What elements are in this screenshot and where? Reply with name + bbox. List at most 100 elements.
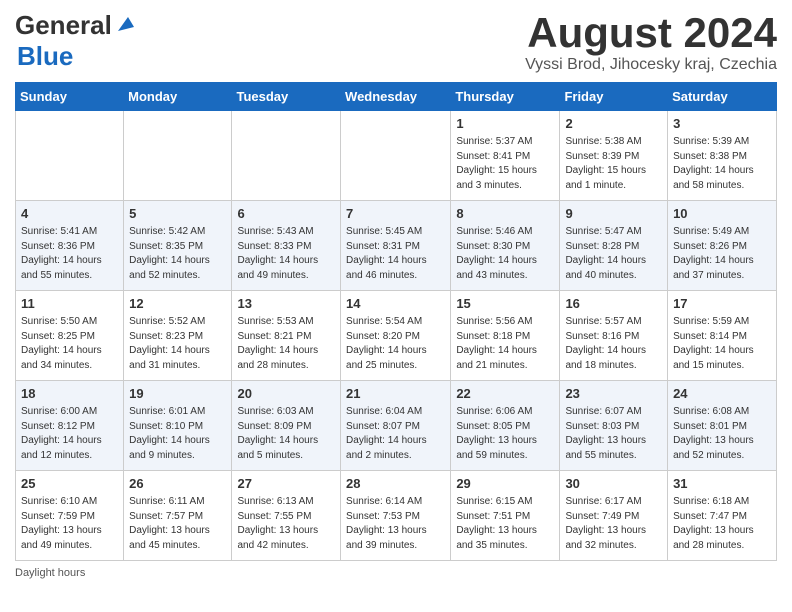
day-number: 6	[237, 205, 335, 223]
calendar-cell: 30 Sunrise: 6:17 AM Sunset: 7:49 PM Dayli…	[560, 471, 668, 561]
column-header-saturday: Saturday	[668, 83, 777, 111]
column-header-thursday: Thursday	[451, 83, 560, 111]
calendar-cell: 26 Sunrise: 6:11 AM Sunset: 7:57 PM Dayli…	[124, 471, 232, 561]
calendar-row-1: 1Sunrise: 5:37 AM Sunset: 8:41 PM Daylig…	[16, 111, 777, 201]
calendar-cell: 17Sunrise: 5:59 AM Sunset: 8:14 PM Dayli…	[668, 291, 777, 381]
day-number: 13	[237, 295, 335, 313]
calendar-cell	[232, 111, 341, 201]
day-info: Sunrise: 5:50 AM Sunset: 8:25 PM Dayligh…	[21, 315, 118, 373]
day-number: 7	[346, 205, 445, 223]
day-number: 21	[346, 385, 445, 403]
day-number: 22	[456, 385, 554, 403]
day-info: Sunrise: 6:06 AM Sunset: 8:05 PM Dayligh…	[456, 405, 554, 463]
calendar-cell: 23 Sunrise: 6:07 AM Sunset: 8:03 PM Dayli…	[560, 381, 668, 471]
day-number: 15	[456, 295, 554, 313]
calendar-row-4: 18 Sunrise: 6:00 AM Sunset: 8:12 PM Dayli…	[16, 381, 777, 471]
calendar-cell: 31Sunrise: 6:18 AM Sunset: 7:47 PM Dayli…	[668, 471, 777, 561]
day-number: 17	[673, 295, 771, 313]
day-number: 25	[21, 475, 118, 493]
day-info: Sunrise: 6:07 AM Sunset: 8:03 PM Dayligh…	[565, 405, 662, 463]
day-info: Sunrise: 6:00 AM Sunset: 8:12 PM Dayligh…	[21, 405, 118, 463]
day-info: Sunrise: 5:49 AM Sunset: 8:26 PM Dayligh…	[673, 225, 771, 283]
day-number: 14	[346, 295, 445, 313]
location-title: Vyssi Brod, Jihocesky kraj, Czechia	[525, 56, 777, 74]
calendar-cell: 7 Sunrise: 5:45 AM Sunset: 8:31 PM Daylig…	[341, 201, 451, 291]
column-header-wednesday: Wednesday	[341, 83, 451, 111]
calendar-cell: 4 Sunrise: 5:41 AM Sunset: 8:36 PM Daylig…	[16, 201, 124, 291]
day-info: Sunrise: 5:43 AM Sunset: 8:33 PM Dayligh…	[237, 225, 335, 283]
day-number: 3	[673, 115, 771, 133]
calendar-row-2: 4 Sunrise: 5:41 AM Sunset: 8:36 PM Daylig…	[16, 201, 777, 291]
day-number: 18	[21, 385, 118, 403]
day-number: 26	[129, 475, 226, 493]
day-info: Sunrise: 6:11 AM Sunset: 7:57 PM Dayligh…	[129, 495, 226, 553]
day-info: Sunrise: 6:13 AM Sunset: 7:55 PM Dayligh…	[237, 495, 335, 553]
day-number: 9	[565, 205, 662, 223]
column-header-sunday: Sunday	[16, 83, 124, 111]
day-info: Sunrise: 6:08 AM Sunset: 8:01 PM Dayligh…	[673, 405, 771, 463]
day-info: Sunrise: 5:52 AM Sunset: 8:23 PM Dayligh…	[129, 315, 226, 373]
calendar-cell	[124, 111, 232, 201]
day-number: 19	[129, 385, 226, 403]
day-number: 8	[456, 205, 554, 223]
day-number: 2	[565, 115, 662, 133]
day-info: Sunrise: 6:14 AM Sunset: 7:53 PM Dayligh…	[346, 495, 445, 553]
logo-blue: Blue	[17, 41, 73, 71]
day-number: 11	[21, 295, 118, 313]
day-info: Sunrise: 6:15 AM Sunset: 7:51 PM Dayligh…	[456, 495, 554, 553]
day-number: 29	[456, 475, 554, 493]
calendar-cell: 18 Sunrise: 6:00 AM Sunset: 8:12 PM Dayli…	[16, 381, 124, 471]
day-info: Sunrise: 6:03 AM Sunset: 8:09 PM Dayligh…	[237, 405, 335, 463]
calendar-cell: 21 Sunrise: 6:04 AM Sunset: 8:07 PM Dayli…	[341, 381, 451, 471]
column-header-monday: Monday	[124, 83, 232, 111]
day-number: 5	[129, 205, 226, 223]
day-info: Sunrise: 6:04 AM Sunset: 8:07 PM Dayligh…	[346, 405, 445, 463]
calendar-cell: 10 Sunrise: 5:49 AM Sunset: 8:26 PM Dayli…	[668, 201, 777, 291]
calendar-cell: 3 Sunrise: 5:39 AM Sunset: 8:38 PM Daylig…	[668, 111, 777, 201]
day-number: 27	[237, 475, 335, 493]
calendar-row-5: 25 Sunrise: 6:10 AM Sunset: 7:59 PM Dayli…	[16, 471, 777, 561]
day-number: 23	[565, 385, 662, 403]
calendar-cell	[16, 111, 124, 201]
day-info: Sunrise: 5:38 AM Sunset: 8:39 PM Dayligh…	[565, 135, 662, 193]
footer-note: Daylight hours	[15, 567, 777, 579]
day-number: 31	[673, 475, 771, 493]
day-info: Sunrise: 5:47 AM Sunset: 8:28 PM Dayligh…	[565, 225, 662, 283]
day-info: Sunrise: 5:46 AM Sunset: 8:30 PM Dayligh…	[456, 225, 554, 283]
day-info: Sunrise: 5:41 AM Sunset: 8:36 PM Dayligh…	[21, 225, 118, 283]
calendar-cell: 16Sunrise: 5:57 AM Sunset: 8:16 PM Dayli…	[560, 291, 668, 381]
calendar-cell: 13Sunrise: 5:53 AM Sunset: 8:21 PM Dayli…	[232, 291, 341, 381]
title-section: August 2024 Vyssi Brod, Jihocesky kraj, …	[525, 10, 777, 74]
day-info: Sunrise: 6:10 AM Sunset: 7:59 PM Dayligh…	[21, 495, 118, 553]
calendar-cell: 6 Sunrise: 5:43 AM Sunset: 8:33 PM Daylig…	[232, 201, 341, 291]
day-info: Sunrise: 5:39 AM Sunset: 8:38 PM Dayligh…	[673, 135, 771, 193]
day-info: Sunrise: 5:37 AM Sunset: 8:41 PM Dayligh…	[456, 135, 554, 193]
calendar-cell	[341, 111, 451, 201]
day-info: Sunrise: 5:42 AM Sunset: 8:35 PM Dayligh…	[129, 225, 226, 283]
day-number: 10	[673, 205, 771, 223]
day-number: 4	[21, 205, 118, 223]
day-number: 24	[673, 385, 771, 403]
calendar-cell: 14 Sunrise: 5:54 AM Sunset: 8:20 PM Dayli…	[341, 291, 451, 381]
calendar-cell: 9 Sunrise: 5:47 AM Sunset: 8:28 PM Daylig…	[560, 201, 668, 291]
day-number: 30	[565, 475, 662, 493]
logo-icon	[114, 13, 136, 35]
calendar-cell: 27 Sunrise: 6:13 AM Sunset: 7:55 PM Dayli…	[232, 471, 341, 561]
day-info: Sunrise: 5:57 AM Sunset: 8:16 PM Dayligh…	[565, 315, 662, 373]
day-number: 12	[129, 295, 226, 313]
calendar-cell: 22 Sunrise: 6:06 AM Sunset: 8:05 PM Dayli…	[451, 381, 560, 471]
calendar-cell: 11 Sunrise: 5:50 AM Sunset: 8:25 PM Dayli…	[16, 291, 124, 381]
calendar-cell: 25 Sunrise: 6:10 AM Sunset: 7:59 PM Dayli…	[16, 471, 124, 561]
calendar-cell: 28Sunrise: 6:14 AM Sunset: 7:53 PM Dayli…	[341, 471, 451, 561]
day-info: Sunrise: 5:54 AM Sunset: 8:20 PM Dayligh…	[346, 315, 445, 373]
day-info: Sunrise: 5:45 AM Sunset: 8:31 PM Dayligh…	[346, 225, 445, 283]
calendar-cell: 1Sunrise: 5:37 AM Sunset: 8:41 PM Daylig…	[451, 111, 560, 201]
calendar-cell: 24 Sunrise: 6:08 AM Sunset: 8:01 PM Dayli…	[668, 381, 777, 471]
calendar-row-3: 11 Sunrise: 5:50 AM Sunset: 8:25 PM Dayli…	[16, 291, 777, 381]
calendar-table: SundayMondayTuesdayWednesdayThursdayFrid…	[15, 82, 777, 561]
calendar-cell: 29 Sunrise: 6:15 AM Sunset: 7:51 PM Dayli…	[451, 471, 560, 561]
day-info: Sunrise: 6:17 AM Sunset: 7:49 PM Dayligh…	[565, 495, 662, 553]
day-info: Sunrise: 5:56 AM Sunset: 8:18 PM Dayligh…	[456, 315, 554, 373]
page-header: General Blue August 2024 Vyssi Brod, Jih…	[15, 10, 777, 74]
calendar-cell: 8 Sunrise: 5:46 AM Sunset: 8:30 PM Daylig…	[451, 201, 560, 291]
